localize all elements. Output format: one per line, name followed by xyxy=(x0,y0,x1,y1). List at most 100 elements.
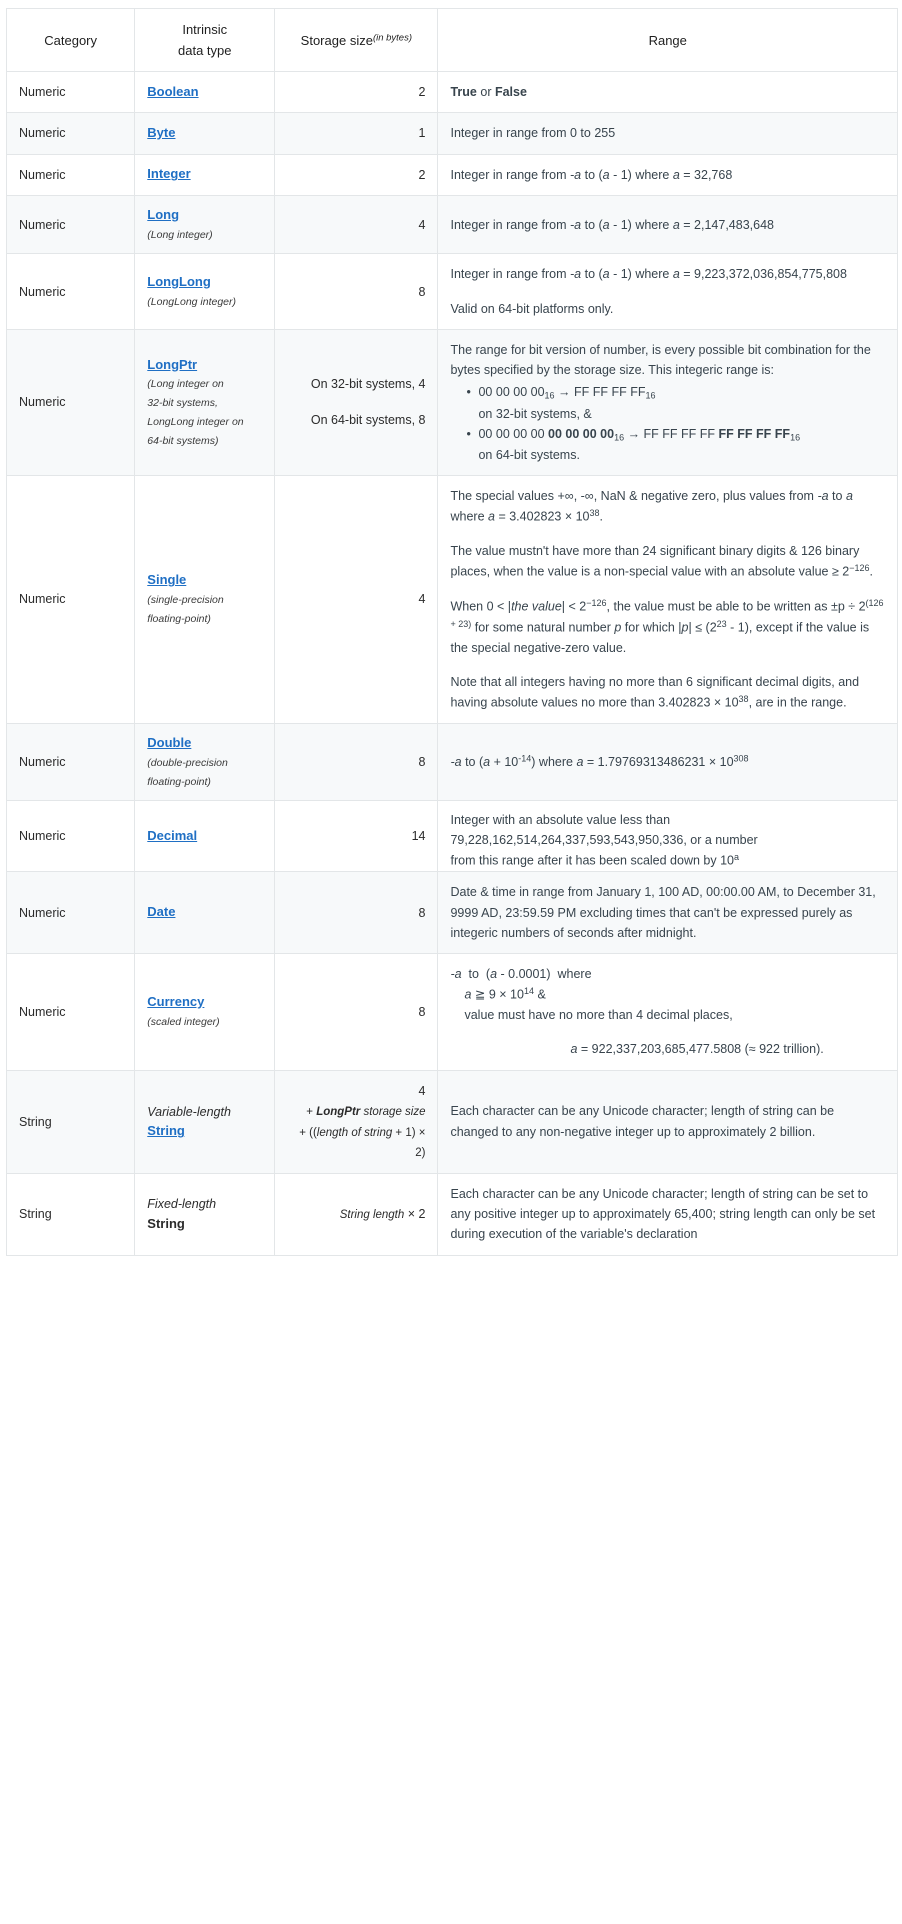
cell-data-type: Byte xyxy=(134,112,276,155)
cell-storage-size: String length × 2 xyxy=(274,1172,439,1256)
cell-range: The range for bit version of number, is … xyxy=(437,328,898,477)
data-type-link-date[interactable]: Date xyxy=(147,903,262,922)
data-type-link-single[interactable]: Single xyxy=(147,571,262,590)
arrow-icon: → xyxy=(627,426,641,441)
data-type-subtitle-line2: floating-point) xyxy=(147,775,211,788)
range-line-2: 79,228,162,514,264,337,593,543,950,336, … xyxy=(450,832,758,847)
data-type-link-longptr[interactable]: LongPtr xyxy=(147,356,262,375)
cell-range: Integer in range from -a to (a - 1) wher… xyxy=(437,253,898,330)
cell-storage-size: 1 xyxy=(274,112,439,155)
cell-range: Integer with an absolute value less than… xyxy=(437,800,898,873)
data-type-link-integer[interactable]: Integer xyxy=(147,165,262,184)
column-header-category: Category xyxy=(5,7,136,73)
range-line-3: from this range after it has been scaled… xyxy=(450,850,885,871)
cell-storage-size: 4 xyxy=(274,475,439,724)
cell-storage-size: 4 + LongPtr storage size + ((length of s… xyxy=(274,1069,439,1174)
header-type-line1: Intrinsic xyxy=(182,22,228,37)
cell-data-type: Single (single-precision floating-point) xyxy=(134,475,276,724)
hex-base-subscript: 16 xyxy=(614,432,625,443)
cell-category: Numeric xyxy=(5,328,136,477)
cell-data-type: Date xyxy=(134,871,276,955)
hex-64-low-bold: 00 00 00 00 xyxy=(548,426,615,441)
cell-category: Numeric xyxy=(5,71,136,114)
storage-size-line3: + ((length of string + 1) × 2) xyxy=(287,1123,425,1163)
data-type-link-double[interactable]: Double xyxy=(147,734,262,753)
cell-category: Numeric xyxy=(5,953,136,1071)
cell-category: Numeric xyxy=(5,153,136,196)
range-paragraph: Valid on 64-bit platforms only. xyxy=(450,301,614,316)
cell-data-type: Variable-length String xyxy=(134,1069,276,1174)
list-item: 00 00 00 0016 → FF FF FF FF16 xyxy=(466,382,885,403)
data-type-subtitle-line2: floating-point) xyxy=(147,612,211,625)
column-header-range: Range xyxy=(437,7,898,73)
hex-64-high-bold: FF FF FF FF xyxy=(718,426,791,441)
currency-line-2: a ≧ 9 × 1014 & xyxy=(464,986,546,1002)
table-row: Numeric LongPtr (Long integer on 32-bit … xyxy=(5,328,898,477)
string-length-term: String length xyxy=(339,1208,405,1221)
header-size-superscript: (in bytes) xyxy=(372,31,413,43)
storage-size-text: storage size xyxy=(360,1106,426,1119)
column-header-intrinsic-data-type: Intrinsic data type xyxy=(134,7,276,73)
hex-base-subscript: 16 xyxy=(544,391,555,401)
data-type-link-decimal[interactable]: Decimal xyxy=(147,827,262,846)
data-type-link-currency[interactable]: Currency xyxy=(147,993,262,1012)
range-line-1: Integer with an absolute value less than xyxy=(450,812,671,827)
header-type-line2: data type xyxy=(178,43,232,59)
cell-data-type: Boolean xyxy=(134,71,276,114)
storage-size-line1: 4 xyxy=(418,1083,426,1098)
data-type-subtitle-line4: 64-bit systems) xyxy=(147,434,219,447)
table-row: Numeric LongLong (LongLong integer) 8 In… xyxy=(5,253,898,330)
currency-line-3: value must have no more than 4 decimal p… xyxy=(464,1008,733,1023)
longptr-reference: LongPtr xyxy=(316,1106,361,1119)
cell-data-type: Decimal xyxy=(134,800,276,873)
cell-range: Integer in range from -a to (a - 1) wher… xyxy=(437,153,898,196)
data-type-subtitle: (scaled integer) xyxy=(147,1015,220,1028)
data-type-subtitle-line3: LongLong integer on xyxy=(147,416,244,428)
currency-line-4: a = 922,337,203,685,477.5808 (≈ 922 tril… xyxy=(570,1042,824,1057)
cell-storage-size: 4 xyxy=(274,194,439,255)
list-item-note: on 64-bit systems. xyxy=(478,447,580,462)
table-row: Numeric Byte 1 Integer in range from 0 t… xyxy=(5,112,898,155)
cell-data-type: Long (Long integer) xyxy=(134,194,276,255)
cell-storage-size: 14 xyxy=(274,800,439,873)
data-type-subtitle-line1: (double-precision xyxy=(147,756,228,769)
storage-size-32bit: On 32-bit systems, 4 xyxy=(310,376,426,391)
table-row: Numeric Decimal 14 Integer with an absol… xyxy=(5,800,898,873)
cell-storage-size: 8 xyxy=(274,253,439,330)
storage-size-64bit: On 64-bit systems, 8 xyxy=(310,412,426,427)
hex-range-list: 00 00 00 0016 → FF FF FF FF16 on 32-bit … xyxy=(450,382,885,465)
range-line-3-superscript: a xyxy=(733,852,739,863)
data-type-link-boolean[interactable]: Boolean xyxy=(147,83,262,102)
data-types-table: Category Intrinsic data type Storage siz… xyxy=(5,7,898,1256)
table-row: Numeric Boolean 2 True or False xyxy=(5,71,898,114)
data-type-link-long[interactable]: Long xyxy=(147,206,262,225)
cell-range: -a to (a + 10-14) where a = 1.7976931348… xyxy=(437,722,898,802)
table-row: String Fixed-length String String length… xyxy=(5,1172,898,1256)
table-row: Numeric Currency (scaled integer) 8 -a t… xyxy=(5,953,898,1071)
data-type-link-longlong[interactable]: LongLong xyxy=(147,273,262,292)
header-size-main: Storage size xyxy=(300,32,373,48)
arrow-icon: → xyxy=(558,385,571,400)
table-row: String Variable-length String 4 + LongPt… xyxy=(5,1069,898,1174)
cell-range: -a to (a - 0.0001) where a ≧ 9 × 1014 & … xyxy=(437,953,898,1071)
data-type-qualifier: Variable-length xyxy=(147,1104,231,1119)
cell-storage-size: On 32-bit systems, 4 On 64-bit systems, … xyxy=(274,328,439,477)
cell-category: Numeric xyxy=(5,253,136,330)
table-row: Numeric Single (single-precision floatin… xyxy=(5,475,898,724)
cell-category: String xyxy=(5,1172,136,1256)
hex-64-high-normal: FF FF FF FF xyxy=(643,426,716,441)
cell-data-type: Integer xyxy=(134,153,276,196)
range-paragraph-2: The value mustn't have more than 24 sign… xyxy=(450,544,874,579)
cell-category: Numeric xyxy=(5,722,136,802)
cell-range: Each character can be any Unicode charac… xyxy=(437,1069,898,1174)
plus-sign: + xyxy=(306,1106,317,1119)
range-paragraph-3: When 0 < |the value| < 2−126, the value … xyxy=(450,598,884,655)
hex-32-high: FF FF FF FF xyxy=(574,385,646,400)
data-types-reference-page: Category Intrinsic data type Storage siz… xyxy=(0,0,902,1280)
cell-storage-size: 8 xyxy=(274,871,439,955)
hex-32-low: 00 00 00 00 xyxy=(478,385,545,400)
table-header: Category Intrinsic data type Storage siz… xyxy=(5,7,898,73)
data-type-link-string[interactable]: String xyxy=(147,1121,262,1141)
data-type-link-byte[interactable]: Byte xyxy=(147,124,262,143)
range-line-3-text: from this range after it has been scaled… xyxy=(450,853,734,868)
